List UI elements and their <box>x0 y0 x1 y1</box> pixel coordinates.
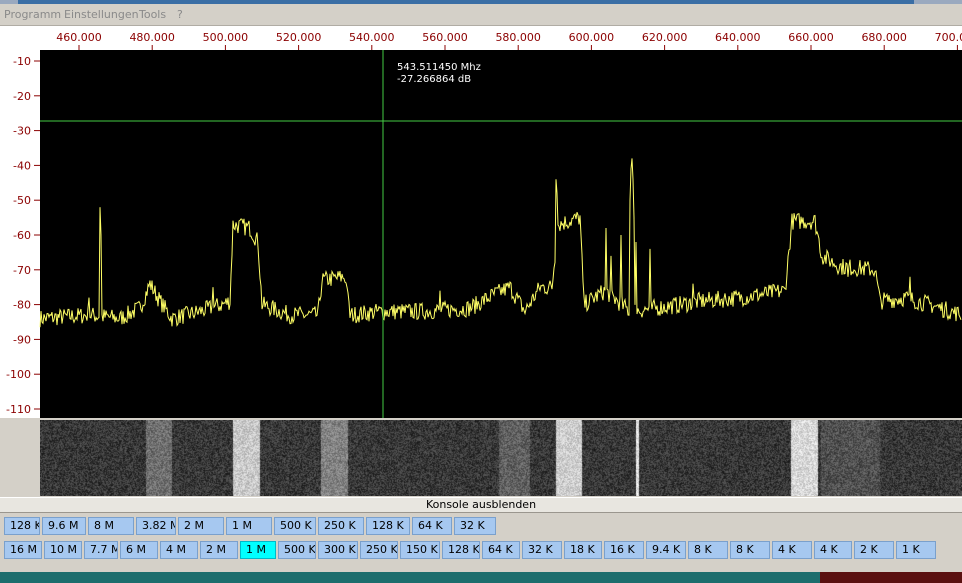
span-button[interactable]: 32 K <box>522 541 562 559</box>
x-tick-label: 460.000 <box>56 31 102 44</box>
bandwidth-button[interactable]: 3.82 M <box>136 517 176 535</box>
span-button[interactable]: 8 K <box>730 541 770 559</box>
bandwidth-button[interactable]: 32 K <box>454 517 496 535</box>
span-button[interactable]: 1 K <box>896 541 936 559</box>
bandwidth-button[interactable]: 9.6 M <box>42 517 86 535</box>
x-tick-label: 700.000 <box>935 31 962 44</box>
y-tick-label: -110 <box>6 403 31 416</box>
menu-programm[interactable]: Programm <box>4 8 61 21</box>
x-tick-label: 660.000 <box>788 31 834 44</box>
y-tick-label: -10 <box>13 55 31 68</box>
menu-einstellungen[interactable]: Einstellungen <box>64 8 139 21</box>
spectrum-analyzer-window: Programm Einstellungen Tools ? 460.000 48… <box>0 0 962 583</box>
bandwidth-button[interactable]: 500 K <box>274 517 316 535</box>
y-tick-label: -70 <box>13 264 31 277</box>
span-button[interactable]: 500 K <box>278 541 316 559</box>
y-tick-label: -30 <box>13 125 31 138</box>
menu-help[interactable]: ? <box>177 8 183 21</box>
y-tick-label: -40 <box>13 159 31 172</box>
span-button[interactable]: 16 K <box>604 541 644 559</box>
span-button[interactable]: 1 M <box>240 541 276 559</box>
y-tick-label: -20 <box>13 90 31 103</box>
span-button[interactable]: 4 K <box>814 541 852 559</box>
span-button[interactable]: 250 K <box>360 541 398 559</box>
span-button-row: 16 M 10 M 7.7 M6 M4 M2 M1 M 500 K 300 K 250 K… <box>0 539 962 561</box>
bandwidth-button[interactable]: 128 K <box>366 517 410 535</box>
span-button[interactable]: 150 K <box>400 541 440 559</box>
waterfall-display[interactable] <box>40 420 962 496</box>
span-button[interactable]: 64 K <box>482 541 520 559</box>
bandwidth-button[interactable]: 128 K <box>4 517 40 535</box>
y-tick-label: -50 <box>13 194 31 207</box>
y-tick-label: -90 <box>13 333 31 346</box>
span-button[interactable]: 16 M <box>4 541 42 559</box>
span-button[interactable]: 6 M <box>120 541 158 559</box>
cursor-level-readout: -27.266864 dB <box>397 74 471 85</box>
span-button[interactable]: 2 M <box>200 541 238 559</box>
span-button[interactable]: 128 K <box>442 541 480 559</box>
span-button[interactable]: 9.4 K <box>646 541 686 559</box>
bandwidth-button[interactable]: 8 M <box>88 517 134 535</box>
span-button[interactable]: 7.7 M <box>84 541 118 559</box>
x-tick-label: 680.000 <box>861 31 907 44</box>
x-tick-label: 600.000 <box>569 31 615 44</box>
x-tick-label: 520.000 <box>276 31 322 44</box>
y-tick-label: -80 <box>13 299 31 312</box>
span-button[interactable]: 10 M <box>44 541 82 559</box>
x-tick-label: 500.000 <box>203 31 249 44</box>
y-tick-label: -100 <box>6 368 31 381</box>
x-tick-label: 480.000 <box>129 31 175 44</box>
span-button[interactable]: 300 K <box>318 541 358 559</box>
span-button[interactable]: 2 K <box>854 541 894 559</box>
cursor-frequency-readout: 543.511450 Mhz <box>397 62 481 73</box>
x-tick-label: 580.000 <box>495 31 541 44</box>
x-tick-label: 620.000 <box>642 31 688 44</box>
span-button[interactable]: 18 K <box>564 541 602 559</box>
x-tick-label: 540.000 <box>349 31 395 44</box>
spectrum-plot[interactable]: 460.000 480.000 500.000 520.000 540.000 560.0… <box>0 26 962 418</box>
bandwidth-button[interactable]: 1 M <box>226 517 272 535</box>
x-tick-label: 640.000 <box>715 31 761 44</box>
menu-bar: Programm Einstellungen Tools ? <box>0 4 962 26</box>
menu-tools[interactable]: Tools <box>139 8 166 21</box>
bandwidth-button[interactable]: 2 M <box>178 517 224 535</box>
bandwidth-button[interactable]: 64 K <box>412 517 452 535</box>
bandwidth-button-row: 128 K 9.6 M8 M 3.82 M2 M1 M 500 K 250 K 128 K… <box>0 515 962 537</box>
toggle-console-button[interactable]: Konsole ausblenden <box>0 497 962 513</box>
span-button[interactable]: 8 K <box>688 541 728 559</box>
span-button[interactable]: 4 K <box>772 541 812 559</box>
status-bar <box>0 572 962 583</box>
bandwidth-button[interactable]: 250 K <box>318 517 364 535</box>
y-tick-label: -60 <box>13 229 31 242</box>
plot-area <box>40 50 962 418</box>
x-tick-label: 560.000 <box>422 31 468 44</box>
span-button[interactable]: 4 M <box>160 541 198 559</box>
